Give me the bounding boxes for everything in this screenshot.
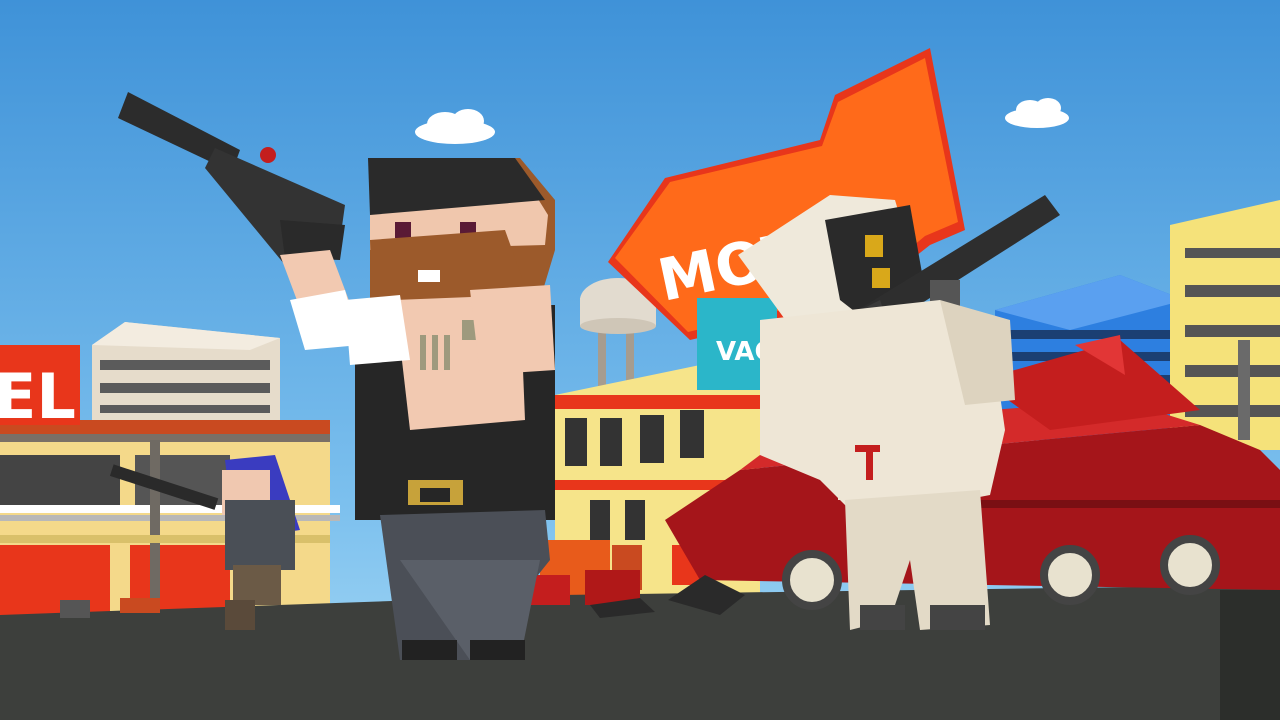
- game-canvas: EL VAC: [0, 0, 1280, 720]
- office-building-yellow: [1170, 200, 1280, 450]
- office-building-left: [92, 322, 280, 430]
- sign-text-left: EL: [0, 360, 76, 433]
- game-scene: EL VAC: [0, 0, 1280, 720]
- motel-sign-left: EL: [0, 345, 80, 433]
